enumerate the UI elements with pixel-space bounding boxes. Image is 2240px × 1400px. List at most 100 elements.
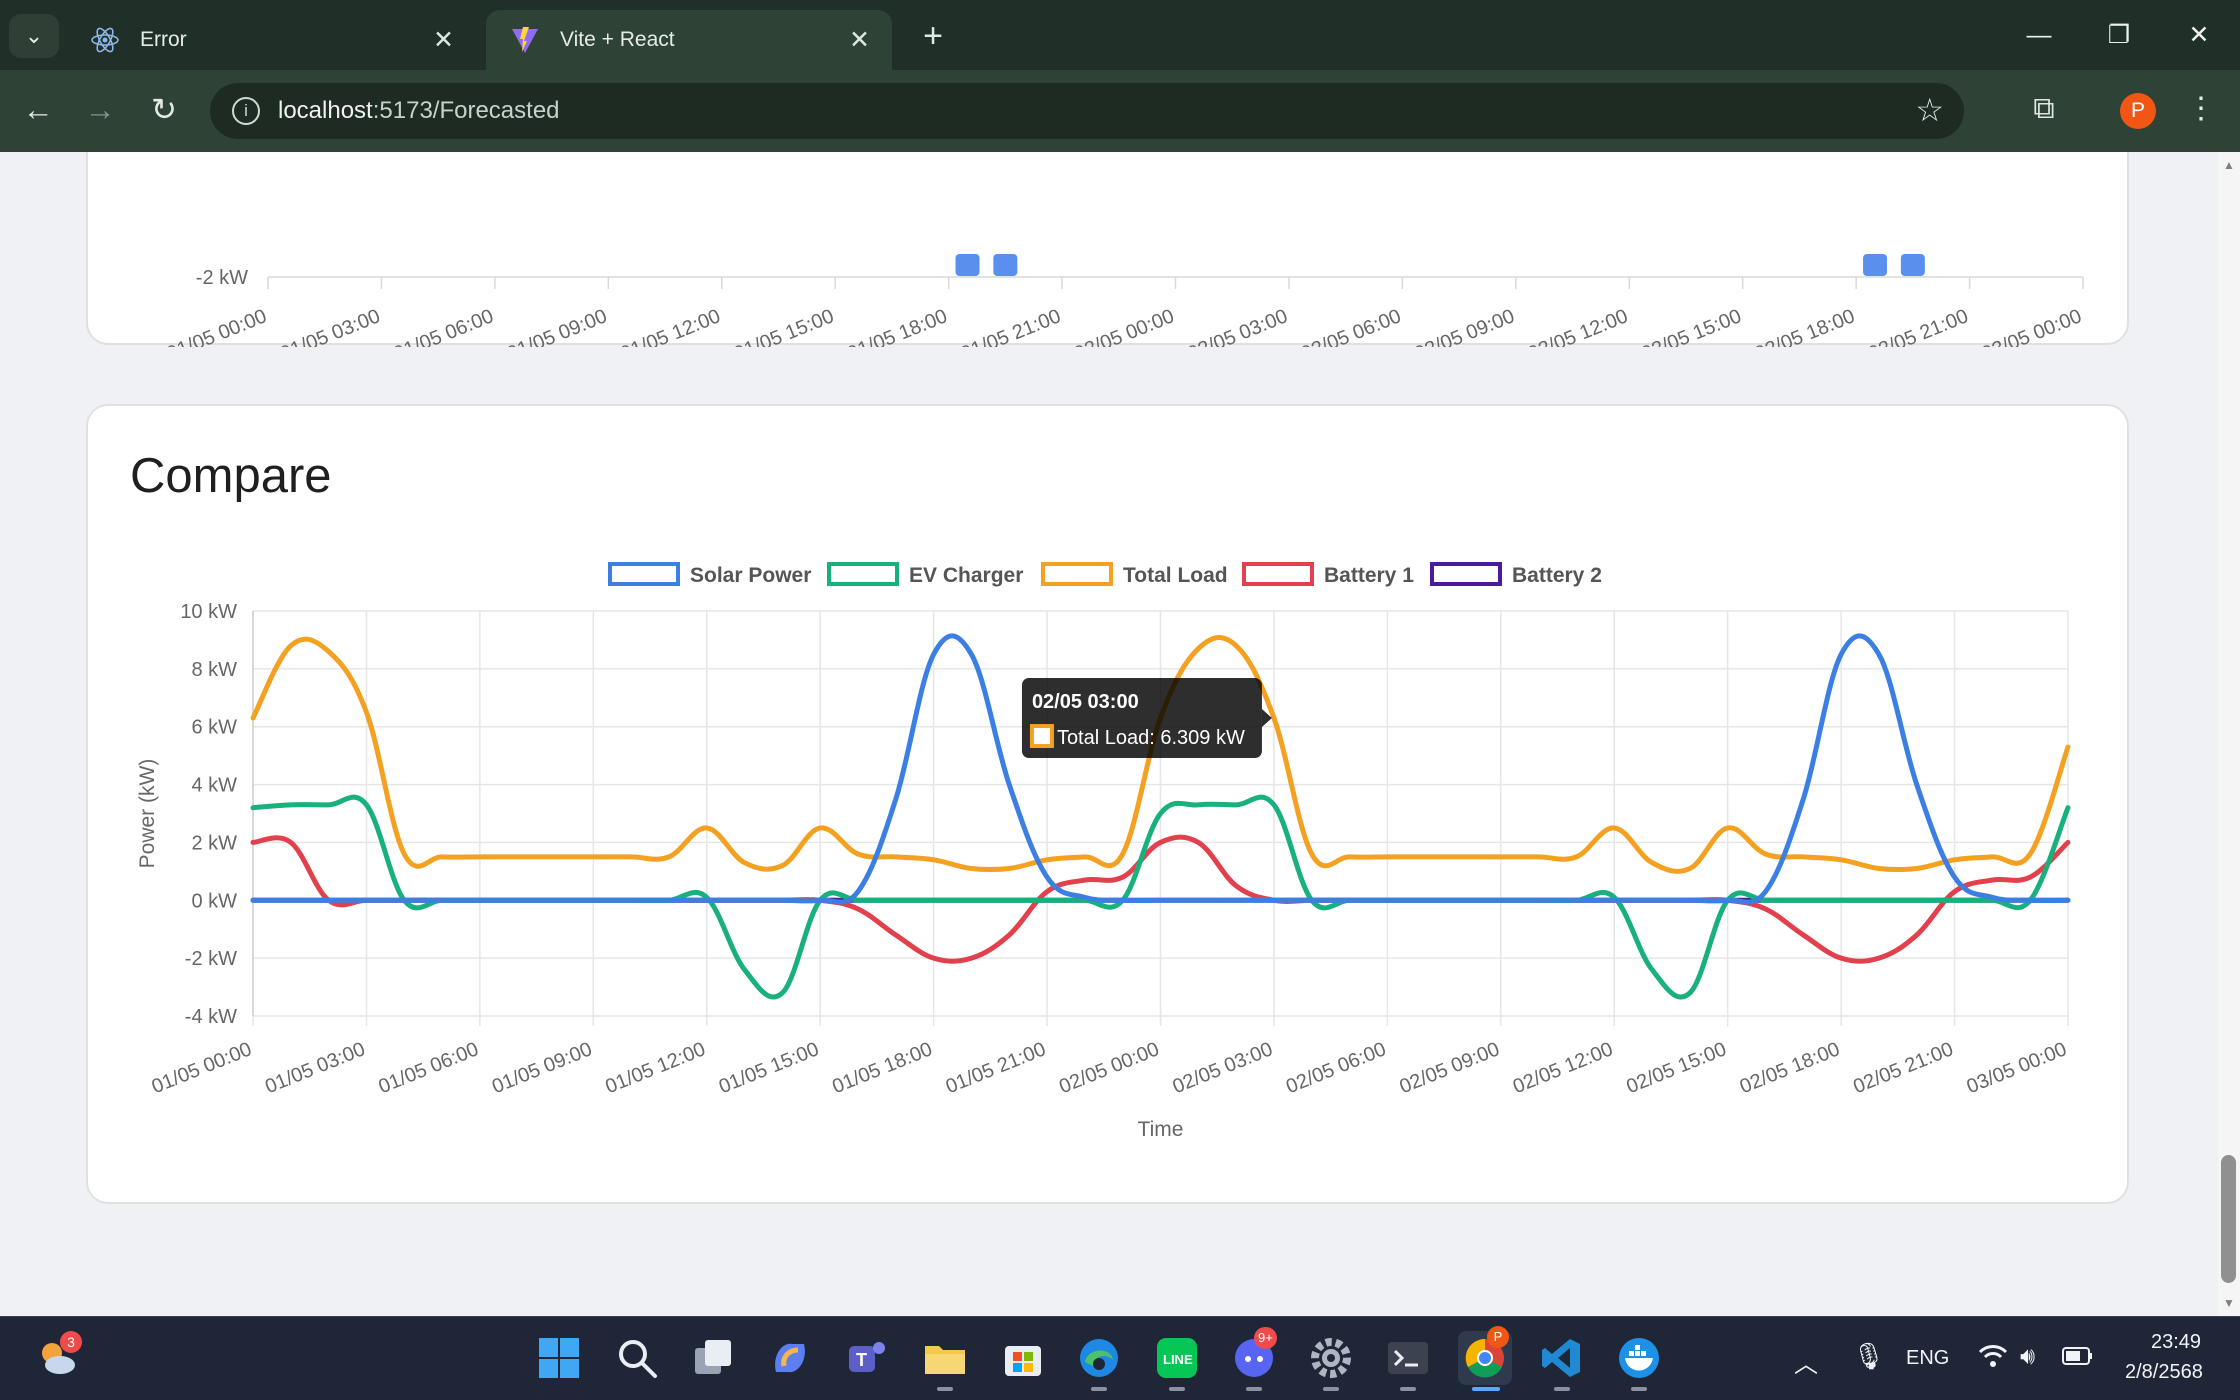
minimize-button[interactable]: — (2009, 12, 2069, 58)
x-tick-label: 01/05 06:00 (376, 1038, 482, 1098)
x-tick-label: 02/05 12:00 (1510, 1038, 1616, 1098)
page-title: Compare (130, 449, 332, 503)
bar (993, 254, 1018, 276)
profile-avatar[interactable]: P (2120, 93, 2156, 129)
bar (955, 254, 980, 276)
y-tick-label: 6 kW (191, 717, 237, 739)
close-tab-icon[interactable]: ✕ (849, 25, 870, 55)
chevron-down-icon: ⌄ (24, 23, 44, 48)
legend-swatch (1242, 562, 1314, 586)
compare-chart-svg: -4 kW -2 kW 0 kW 2 kW 4 kW 6 kW 8 kW 10 kW 01/05… (136, 562, 2071, 1141)
svg-text:LINE: LINE (1163, 1352, 1193, 1367)
store-icon[interactable] (996, 1331, 1050, 1385)
tab-title: Vite + React (560, 28, 675, 51)
x-tick-label: 02/05 03:00 (1170, 1038, 1276, 1098)
vertical-scrollbar[interactable]: ▲ ▼ (2218, 152, 2240, 1316)
forecast-card: -2 kW 01/05 00:00 01/05 03:00 01/05 06:00 01… (86, 152, 2129, 372)
legend-label: Total Load (1123, 564, 1228, 587)
x-tick-label: 02/05 06:00 (1283, 1038, 1389, 1098)
legend-label: Battery 2 (1512, 564, 1602, 587)
microphone-icon[interactable]: 🎙 (1852, 1341, 1885, 1372)
weather-badge: 3 (60, 1331, 82, 1353)
x-tick-label: 01/05 21:00 (958, 305, 1064, 347)
x-tick-label: 03/05 00:00 (1979, 305, 2085, 347)
x-tick-label: 01/05 21:00 (943, 1038, 1049, 1098)
x-tick-label: 02/05 09:00 (1411, 305, 1517, 347)
y-tick-label: 4 kW (191, 775, 237, 797)
vscode-icon[interactable] (1535, 1331, 1589, 1385)
settings-icon[interactable] (1304, 1331, 1358, 1385)
forward-button[interactable]: → (78, 88, 122, 132)
tab-error[interactable]: Error ✕ (66, 10, 476, 70)
clock-date[interactable]: 2/8/2568 (2125, 1361, 2203, 1384)
clock-time[interactable]: 23:49 (2151, 1331, 2201, 1354)
wifi-icon[interactable] (1978, 1343, 2008, 1375)
x-tick-label: 01/05 03:00 (277, 305, 383, 347)
show-hidden-icons-chevron-icon[interactable]: ︿ (1794, 1344, 1818, 1379)
y-axis-title: Power (kW) (136, 759, 159, 869)
y-tick-label: 8 kW (191, 659, 237, 681)
browser-menu-icon[interactable]: ⋮ (2186, 88, 2216, 130)
edge-icon[interactable] (1072, 1331, 1126, 1385)
x-tick-label: 02/05 03:00 (1185, 305, 1291, 347)
legend-label: Solar Power (690, 564, 811, 587)
terminal-icon[interactable] (1381, 1331, 1435, 1385)
x-tick-label: 01/05 18:00 (844, 305, 950, 347)
x-tick-label: 02/05 00:00 (1056, 1038, 1162, 1098)
back-button[interactable]: ← (16, 88, 60, 132)
tooltip-swatch (1029, 724, 1054, 749)
start-icon[interactable] (532, 1331, 586, 1385)
x-tick-label: 01/05 12:00 (617, 305, 723, 347)
y-tick-label: -2 kW (196, 267, 248, 289)
search-icon[interactable] (610, 1331, 664, 1385)
tab-vite-react[interactable]: Vite + React ✕ (486, 10, 892, 70)
x-tick-label: 01/05 00:00 (164, 305, 270, 347)
volume-icon[interactable]: 🔊︎ (2020, 1343, 2035, 1371)
reload-button[interactable]: ↻ (142, 88, 186, 132)
scroll-up-icon[interactable]: ▲ (2223, 158, 2235, 172)
legend-swatch (608, 562, 680, 586)
battery-icon[interactable] (2062, 1345, 2094, 1373)
chrome-profile-badge: P (1487, 1326, 1509, 1348)
page-viewport: -2 kW 01/05 00:00 01/05 03:00 01/05 06:00 01… (0, 152, 2218, 1316)
new-tab-button[interactable]: + (913, 16, 953, 56)
extensions-icon[interactable]: ⧉ (2023, 88, 2065, 130)
x-tick-label: 01/05 09:00 (504, 305, 610, 347)
tooltip-title: 02/05 03:00 (1032, 691, 1139, 713)
docker-icon[interactable] (1612, 1331, 1666, 1385)
x-tick-label: 02/05 21:00 (1850, 1038, 1956, 1098)
copilot-icon[interactable] (763, 1331, 817, 1385)
x-tick-label: 02/05 18:00 (1752, 305, 1858, 347)
tab-search-button[interactable]: ⌄ (9, 14, 59, 58)
y-tick-label: -2 kW (185, 948, 237, 970)
site-info-icon[interactable]: i (232, 97, 260, 125)
legend-label: EV Charger (909, 564, 1023, 587)
x-tick-label: 02/05 21:00 (1865, 305, 1971, 347)
windows-taskbar: T LINE 9+ P ︿ 🎙 ENG 🔊︎ 23:49 2/8/2568 (0, 1316, 2240, 1400)
x-tick-label: 02/05 09:00 (1396, 1038, 1502, 1098)
address-bar[interactable]: i localhost:5173/Forecasted ☆ (210, 83, 1964, 139)
legend-swatch (1430, 562, 1502, 586)
bar (1900, 254, 1925, 276)
teams-icon[interactable]: T (840, 1331, 894, 1385)
task-view-icon[interactable] (686, 1331, 740, 1385)
react-icon (88, 23, 122, 57)
close-window-button[interactable]: ✕ (2169, 12, 2229, 58)
bar (1863, 254, 1888, 276)
language-indicator[interactable]: ENG (1906, 1347, 1949, 1370)
scroll-thumb[interactable] (2221, 1155, 2236, 1283)
legend-swatch (827, 562, 899, 586)
y-tick-label: -4 kW (185, 1006, 237, 1028)
close-tab-icon[interactable]: ✕ (433, 25, 454, 55)
scroll-down-icon[interactable]: ▼ (2223, 1296, 2235, 1310)
file-explorer-icon[interactable] (918, 1331, 972, 1385)
bookmark-star-icon[interactable]: ☆ (1915, 91, 1944, 129)
x-axis-title: Time (1138, 1118, 1184, 1141)
discord-badge: 9+ (1254, 1327, 1277, 1349)
line-icon[interactable]: LINE (1150, 1331, 1204, 1385)
x-tick-label: 01/05 09:00 (489, 1038, 595, 1098)
tooltip: 02/05 03:00 Total Load: 6.309 kW (1021, 678, 1272, 759)
x-tick-label: 02/05 18:00 (1737, 1038, 1843, 1098)
restore-button[interactable]: ❐ (2089, 12, 2149, 58)
y-tick-label: 0 kW (191, 890, 237, 912)
